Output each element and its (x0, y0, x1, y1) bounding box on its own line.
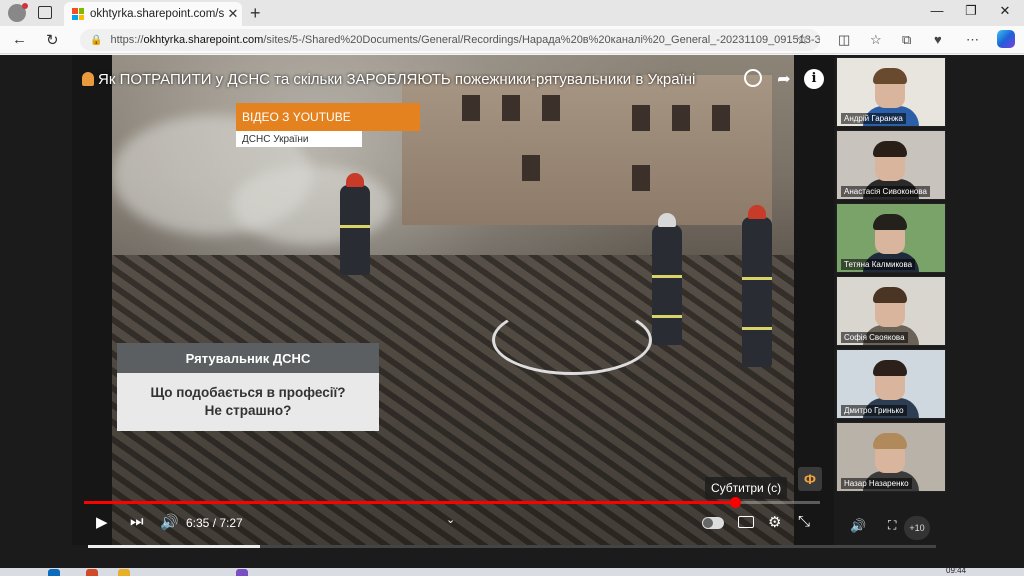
video-title[interactable]: Як ПОТРАПИТИ у ДСНС та скільки ЗАРОБЛЯЮТ… (82, 71, 695, 88)
tab-actions-icon[interactable] (38, 6, 52, 19)
favorite-star-icon[interactable]: ☆ (796, 31, 809, 48)
lower-third: Рятувальник ДСНС Що подобається в профес… (117, 343, 379, 431)
volume-icon[interactable]: 🔊 (160, 513, 179, 531)
settings-gear-icon[interactable]: ⚙ (768, 513, 781, 531)
play-icon[interactable]: ▶ (96, 513, 108, 531)
firefighter (742, 205, 772, 367)
watch-later-icon[interactable] (744, 69, 762, 87)
participant-hair (873, 214, 907, 230)
lock-icon: 🔒 (90, 34, 103, 46)
restore-icon[interactable]: ❐ (956, 3, 986, 19)
scrollbar-thumb[interactable] (88, 545, 260, 548)
chevron-down-icon[interactable]: ⌄ (446, 513, 455, 526)
participant-name: Софія Свояковa (841, 332, 908, 343)
new-tab-icon[interactable]: + (250, 3, 261, 24)
video-title-text: Як ПОТРАПИТИ у ДСНС та скільки ЗАРОБЛЯЮТ… (98, 71, 696, 88)
ruined-building (402, 75, 772, 225)
recording-scrollbar[interactable] (88, 545, 936, 548)
participant-name: Андрій Гаранжа (841, 113, 906, 124)
video-stage: ВІДЕО З YOUTUBE ДСНС України Рятувальник… (72, 55, 834, 545)
video-frame[interactable]: ВІДЕО З YOUTUBE ДСНС України Рятувальник… (112, 55, 794, 545)
lower-third-question: Що подобається в професії? Не страшно? (117, 373, 379, 431)
expand-icon[interactable]: ⛶ (888, 518, 896, 533)
lower-third-line2: Не страшно? (204, 403, 292, 418)
participant-name: Тетяна Калмикова (841, 259, 916, 270)
info-icon[interactable]: i (804, 69, 824, 89)
favorites-icon[interactable]: ☆ (870, 32, 882, 48)
minimize-icon[interactable]: — (922, 3, 952, 18)
participant-tile[interactable]: Дмитро Гринько (836, 349, 946, 419)
url-path: /sites/5-/Shared%20Documents/General/Rec… (263, 34, 820, 46)
firefighter (652, 213, 682, 345)
participant-hair (873, 287, 907, 303)
firefighter-emoji-icon (82, 72, 94, 86)
participant-tile[interactable]: Назар Назаренко (836, 422, 946, 492)
participant-name: Анастасія Сивоконова (841, 186, 930, 197)
split-screen-icon[interactable]: ◫ (838, 32, 850, 48)
participant-hair (873, 68, 907, 84)
firefighter (340, 173, 370, 275)
autoplay-toggle[interactable] (702, 517, 724, 529)
participant-hair (873, 360, 907, 376)
participant-name: Назар Назаренко (841, 478, 912, 489)
lower-third-heading: Рятувальник ДСНС (117, 343, 379, 373)
share-icon[interactable]: ➦ (774, 69, 794, 89)
participant-name: Дмитро Гринько (841, 405, 907, 416)
next-icon[interactable]: ⏭ (130, 513, 144, 530)
refresh-icon[interactable]: ↻ (46, 31, 59, 49)
participant-hair (873, 433, 907, 449)
channel-logo[interactable]: Ф (798, 467, 822, 491)
subtitles-tooltip: Субтитри (c) (705, 477, 788, 499)
browser-tab-active[interactable]: okhtyrka.sharepoint.com/sites/5 ✕ (64, 2, 242, 26)
exit-fullscreen-icon[interactable]: ⤡ (798, 513, 810, 530)
speaker-volume-icon[interactable]: 🔊 (850, 518, 866, 534)
profile-avatar-icon[interactable] (8, 3, 28, 22)
participant-tile[interactable]: Анастасія Сивоконова (836, 130, 946, 200)
url-host: okhtyrka.sharepoint.com (143, 34, 264, 46)
badge-subtitle: ДСНС України (236, 131, 362, 147)
microsoft-logo-icon (72, 8, 84, 20)
browser-tabstrip: okhtyrka.sharepoint.com/sites/5 ✕ + — ❐ … (0, 0, 1024, 26)
taskbar-app-icon[interactable] (118, 569, 130, 576)
youtube-source-badge: ВІДЕО З YOUTUBE ДСНС України (236, 103, 420, 147)
participant-controls: 🔊 ⛶ +10 (836, 510, 946, 546)
recording-viewer: ВІДЕО З YOUTUBE ДСНС України Рятувальник… (0, 55, 1024, 568)
lower-third-line1: Що подобається в професії? (150, 384, 346, 400)
participant-hair (873, 141, 907, 157)
badge-title: ВІДЕО З YOUTUBE (236, 103, 420, 131)
progress-fill (84, 501, 735, 504)
taskbar-clock: 09:44 (946, 566, 967, 575)
close-window-icon[interactable]: ✕ (990, 3, 1020, 19)
participant-tile[interactable]: Тетяна Калмикова (836, 203, 946, 273)
address-toolbar: ← ↻ 🔒 https://okhtyrka.sharepoint.com/si… (0, 26, 1024, 54)
subtitles-icon[interactable] (738, 516, 754, 528)
more-participants-count[interactable]: +10 (904, 516, 930, 540)
copilot-icon[interactable] (997, 30, 1015, 48)
back-arrow-icon[interactable]: ← (12, 31, 27, 48)
url-scheme: https:// (110, 34, 144, 46)
player-controls: ▶ ⏭ 🔊 6:35 / 7:27 ⌄ ⚙ ⤡ (72, 507, 834, 541)
taskbar: 09:44 (0, 566, 1024, 576)
extensions-icon[interactable]: ♥ (934, 32, 942, 47)
taskbar-app-icon[interactable] (86, 569, 98, 576)
address-bar[interactable]: 🔒 https://okhtyrka.sharepoint.com/sites/… (80, 29, 820, 51)
taskbar-app-icon[interactable] (236, 569, 248, 576)
progress-bar[interactable] (84, 497, 820, 508)
start-icon[interactable] (48, 569, 60, 576)
more-menu-icon[interactable]: ⋯ (966, 32, 979, 48)
tab-close-icon[interactable]: ✕ (224, 6, 242, 22)
participant-tile[interactable]: Андрій Гаранжа (836, 57, 946, 127)
participant-tile[interactable]: Софія Свояковa (836, 276, 946, 346)
tab-title: okhtyrka.sharepoint.com/sites/5 (90, 8, 224, 20)
time-display: 6:35 / 7:27 (186, 516, 243, 530)
collections-icon[interactable]: ⧉ (902, 32, 911, 48)
